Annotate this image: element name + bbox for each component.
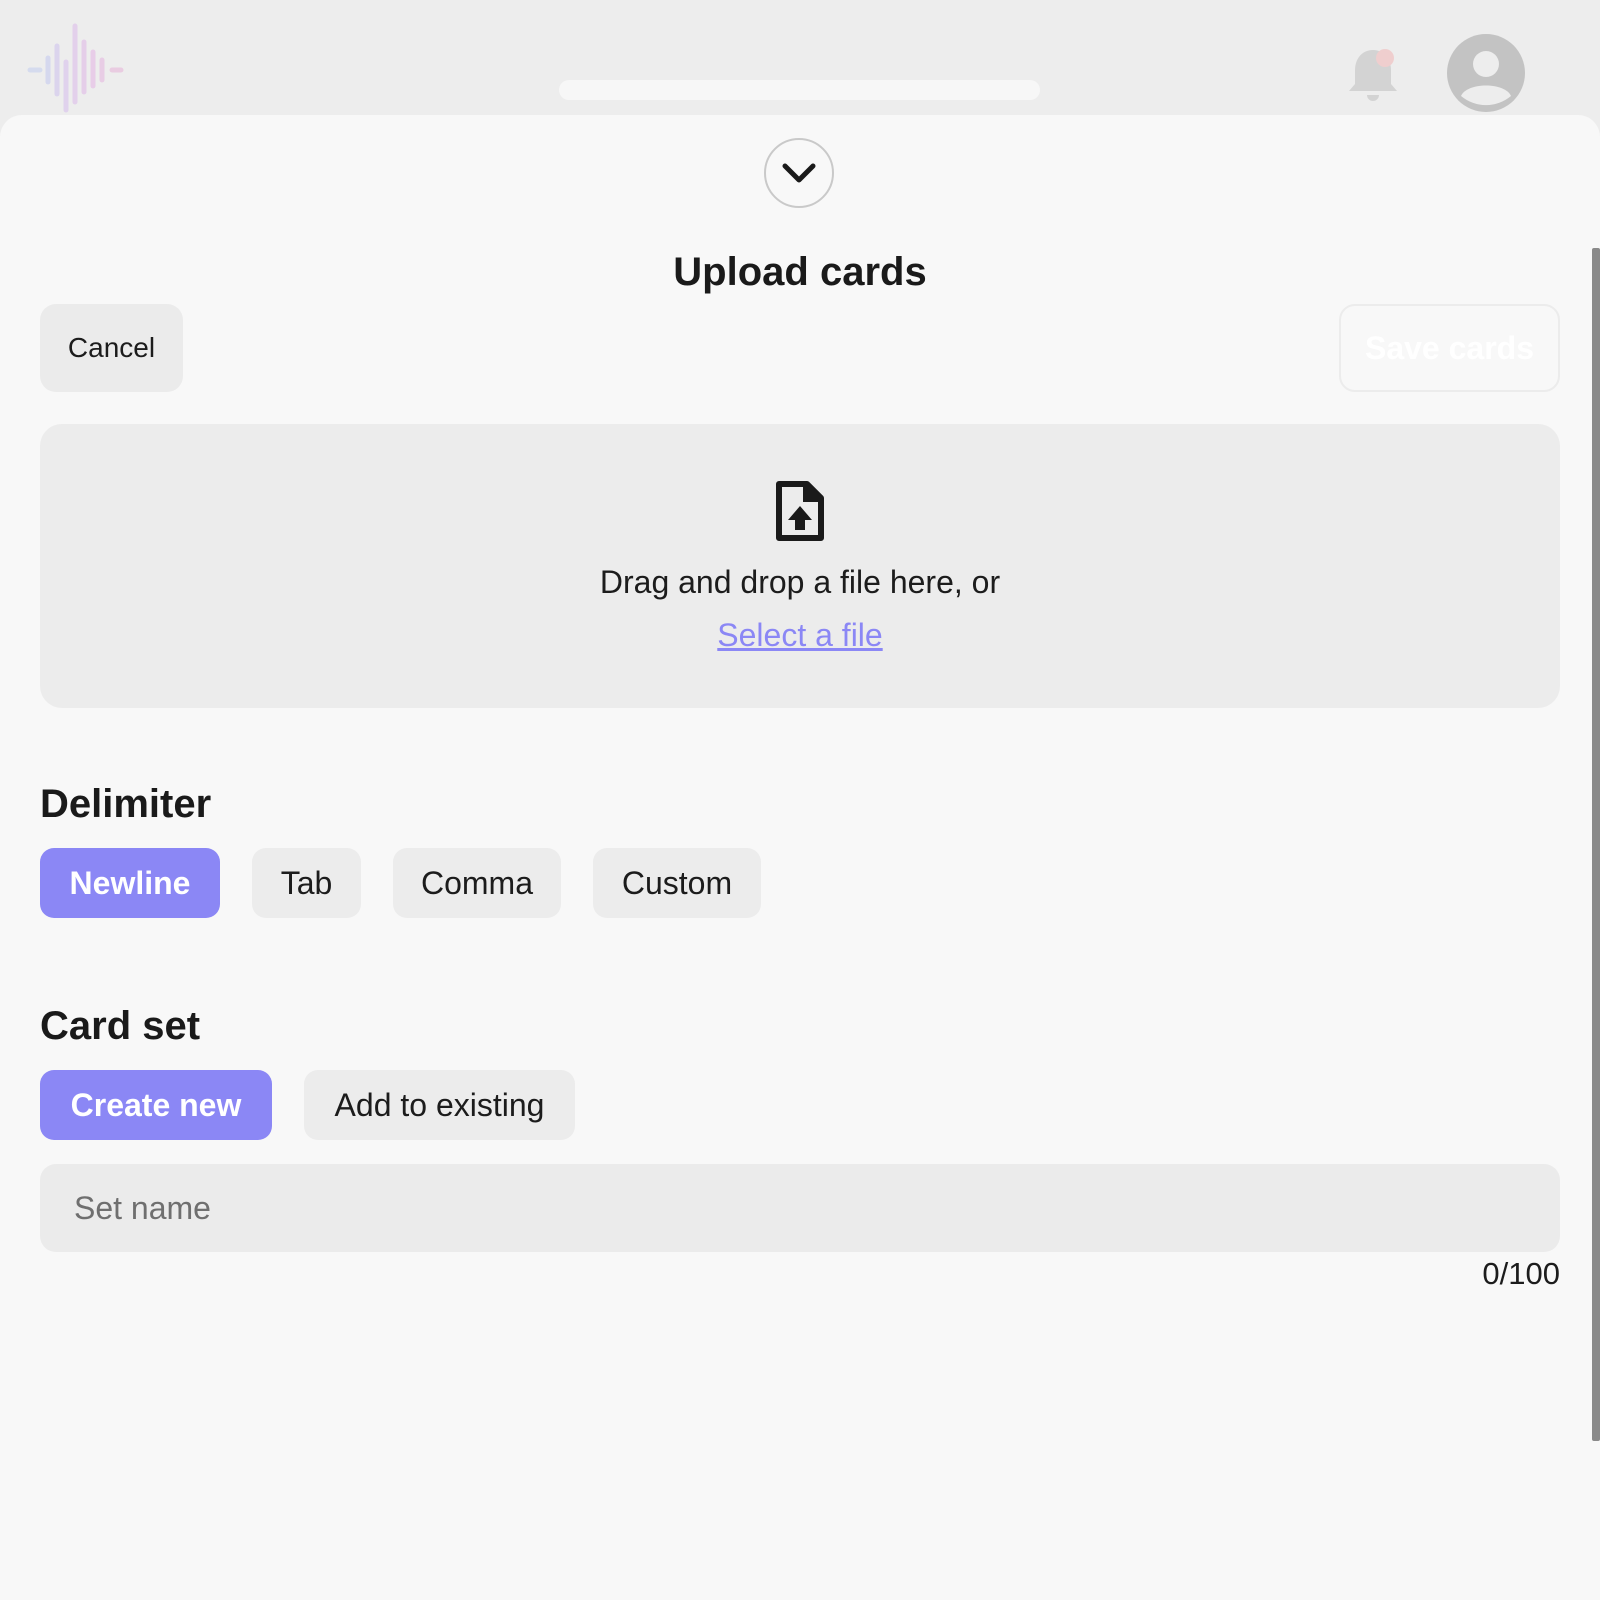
set-name-input[interactable] xyxy=(40,1164,1560,1252)
card-set-option-create-new[interactable]: Create new xyxy=(40,1070,272,1140)
user-avatar-icon[interactable] xyxy=(1447,34,1525,112)
select-file-link[interactable]: Select a file xyxy=(717,617,882,653)
delimiter-option-comma[interactable]: Comma xyxy=(393,848,561,918)
collapse-sheet-button[interactable] xyxy=(764,138,834,208)
save-cards-button[interactable]: Save cards xyxy=(1339,304,1560,392)
scrollbar[interactable] xyxy=(1592,248,1600,1441)
top-bar xyxy=(0,0,1600,120)
delimiter-option-newline[interactable]: Newline xyxy=(40,848,220,918)
delimiter-option-tab[interactable]: Tab xyxy=(252,848,361,918)
card-set-heading: Card set xyxy=(40,1004,201,1048)
cancel-button[interactable]: Cancel xyxy=(40,304,183,392)
dropzone-text: Drag and drop a file here, or xyxy=(599,564,1001,600)
chevron-down-icon xyxy=(782,163,816,183)
character-counter: 0/100 xyxy=(1482,1256,1560,1291)
page-title: Upload cards xyxy=(673,250,927,294)
bell-icon[interactable] xyxy=(1347,44,1403,104)
select-file-link-wrapper: Select a file xyxy=(0,617,1600,654)
delimiter-heading: Delimiter xyxy=(40,782,212,826)
notification-dot xyxy=(1376,49,1394,67)
audio-waveform-icon[interactable] xyxy=(26,22,126,114)
delimiter-option-custom[interactable]: Custom xyxy=(593,848,761,918)
file-upload-icon xyxy=(776,481,824,541)
card-set-option-add-existing[interactable]: Add to existing xyxy=(304,1070,575,1140)
search-bar-placeholder[interactable] xyxy=(559,80,1040,100)
